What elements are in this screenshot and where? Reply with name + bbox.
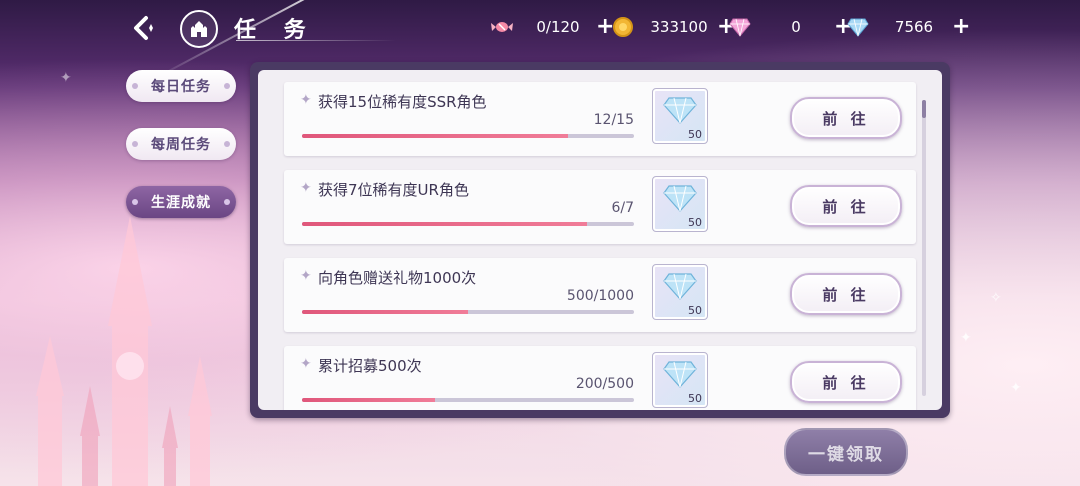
tab-daily-tasks[interactable]: 每日任务 [126, 70, 236, 102]
task-row: ✦ 获得15位稀有度SSR角色 12/15 50 前 往 [284, 82, 916, 156]
pink-gem-value: 0 [791, 18, 801, 36]
tab-dot-decoration [132, 83, 138, 89]
task-title: 获得7位稀有度UR角色 [318, 181, 469, 199]
blue-gem-counter: 7566 + [846, 14, 970, 40]
tab-label: 生涯成就 [151, 195, 211, 211]
castle-background-illustration [36, 216, 212, 486]
go-button[interactable]: 前 往 [790, 361, 902, 403]
task-progress-text: 6/7 [611, 200, 634, 216]
reward-item[interactable]: 50 [652, 88, 708, 144]
reward-item[interactable]: 50 [652, 352, 708, 408]
task-progress-fill [302, 398, 435, 402]
tab-career-achievements[interactable]: 生涯成就 [126, 186, 236, 218]
task-progress-bar [302, 222, 634, 226]
pink-gem-counter: 0 + [728, 14, 852, 40]
diamond-icon [663, 97, 697, 124]
candy-value: 0/120 [536, 18, 580, 36]
tab-label: 每周任务 [151, 137, 211, 153]
pink-diamond-icon [728, 15, 752, 39]
star-icon: ✦ [300, 92, 312, 108]
sparkle-icon: ✦ [60, 70, 72, 86]
reward-item[interactable]: 50 [652, 264, 708, 320]
tab-weekly-tasks[interactable]: 每周任务 [126, 128, 236, 160]
castle-icon [191, 21, 207, 37]
tab-dot-decoration [224, 83, 230, 89]
task-progress-text: 500/1000 [566, 288, 634, 304]
candy-icon [490, 15, 514, 39]
diamond-icon [663, 361, 697, 388]
task-title: 累计招募500次 [318, 357, 422, 375]
coin-counter: 333100 + [611, 14, 735, 40]
scrollbar[interactable] [922, 100, 926, 396]
task-title: 获得15位稀有度SSR角色 [318, 93, 487, 111]
sparkle-icon: ✧ [990, 290, 1002, 306]
tab-dot-decoration [132, 141, 138, 147]
task-progress-text: 12/15 [593, 112, 634, 128]
reward-quantity: 50 [688, 128, 702, 141]
title-flourish-decoration [236, 40, 396, 41]
reward-quantity: 50 [688, 216, 702, 229]
go-button[interactable]: 前 往 [790, 185, 902, 227]
blue-gem-value: 7566 [894, 18, 934, 36]
top-bar: 任 务 0/120 + 333100 + 0 + 7566 + [0, 0, 1080, 56]
task-list[interactable]: ✦ 获得15位稀有度SSR角色 12/15 50 前 往 ✦ 获得7位稀有度UR… [258, 70, 942, 410]
task-panel: ✦ 获得15位稀有度SSR角色 12/15 50 前 往 ✦ 获得7位稀有度UR… [250, 62, 950, 418]
task-progress-bar [302, 134, 634, 138]
task-panel-inner: ✦ 获得15位稀有度SSR角色 12/15 50 前 往 ✦ 获得7位稀有度UR… [258, 70, 942, 410]
task-row: ✦ 向角色赠送礼物1000次 500/1000 50 前 往 [284, 258, 916, 332]
star-icon: ✦ [300, 180, 312, 196]
reward-item[interactable]: 50 [652, 176, 708, 232]
reward-quantity: 50 [688, 392, 702, 405]
tab-dot-decoration [132, 199, 138, 205]
task-progress-fill [302, 222, 587, 226]
candy-counter: 0/120 + [490, 14, 614, 40]
task-progress-bar [302, 398, 634, 402]
tab-dot-decoration [224, 199, 230, 205]
task-row: ✦ 累计招募500次 200/500 50 前 往 [284, 346, 916, 410]
task-progress-text: 200/500 [575, 376, 634, 392]
star-icon: ✦ [300, 268, 312, 284]
tab-label: 每日任务 [151, 79, 211, 95]
back-button[interactable] [126, 10, 162, 46]
go-button[interactable]: 前 往 [790, 97, 902, 139]
diamond-icon [663, 273, 697, 300]
scrollbar-thumb[interactable] [922, 100, 926, 118]
blue-gem-add-button[interactable]: + [952, 16, 970, 38]
sparkle-icon: ✦ [1010, 380, 1022, 396]
coin-icon [611, 15, 635, 39]
go-button[interactable]: 前 往 [790, 273, 902, 315]
blue-diamond-icon [846, 15, 870, 39]
back-arrow-icon [134, 16, 153, 40]
star-icon: ✦ [300, 356, 312, 372]
reward-quantity: 50 [688, 304, 702, 317]
tab-dot-decoration [224, 141, 230, 147]
diamond-icon [663, 185, 697, 212]
task-progress-fill [302, 134, 568, 138]
task-title: 向角色赠送礼物1000次 [318, 269, 477, 287]
home-button[interactable] [180, 10, 218, 48]
task-progress-fill [302, 310, 468, 314]
coin-value: 333100 [650, 18, 708, 36]
task-row: ✦ 获得7位稀有度UR角色 6/7 50 前 往 [284, 170, 916, 244]
claim-all-button[interactable]: 一键领取 [784, 428, 908, 476]
sparkle-icon: ✦ [960, 330, 972, 346]
task-progress-bar [302, 310, 634, 314]
